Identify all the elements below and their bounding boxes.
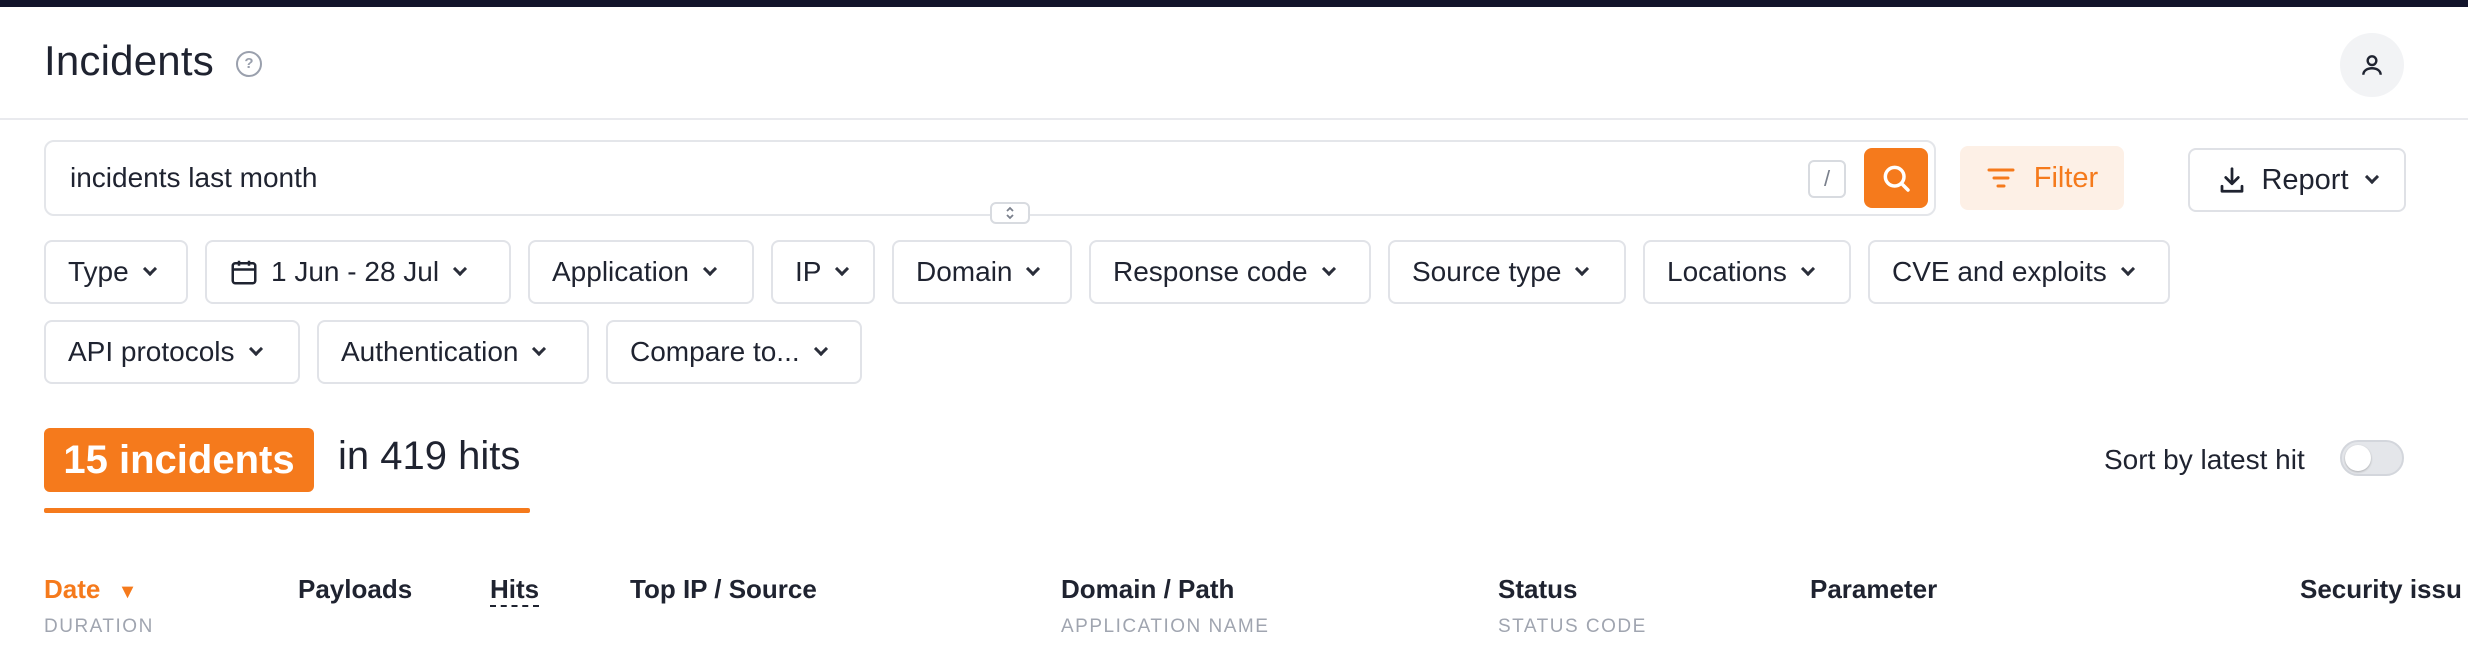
filter-application[interactable]: Application	[528, 240, 754, 304]
filter-button-label: Filter	[2033, 161, 2099, 194]
download-icon	[2221, 167, 2244, 193]
summary-underline	[44, 508, 530, 513]
column-subheader-status-code: STATUS CODE	[1498, 616, 1647, 637]
user-icon	[2362, 55, 2382, 75]
toggle-knob	[2345, 445, 2371, 471]
chevron-down-icon	[835, 261, 850, 277]
chevron-down-icon	[142, 261, 157, 277]
page-header: Incidents ?	[0, 7, 2468, 120]
search-icon	[1883, 165, 1910, 192]
column-header-top-ip-source[interactable]: Top IP / Source	[630, 574, 817, 605]
column-header-date[interactable]: Date ▼	[44, 574, 137, 605]
filter-response-code[interactable]: Response code	[1089, 240, 1371, 304]
filter-api-protocols-label: API protocols	[68, 336, 235, 367]
page-title: Incidents	[44, 37, 214, 84]
filter-locations-label: Locations	[1667, 256, 1787, 287]
filter-cve-exploits[interactable]: CVE and exploits	[1868, 240, 2170, 304]
column-header-date-label: Date	[44, 574, 101, 604]
sort-toggle-label: Sort by latest hit	[2104, 444, 2305, 475]
filter-compare-to-label: Compare to...	[630, 336, 800, 367]
help-icon[interactable]: ?	[236, 51, 262, 77]
column-subheader-duration: DURATION	[44, 616, 154, 637]
chevron-down-icon	[813, 341, 828, 357]
filter-authentication-label: Authentication	[341, 336, 519, 367]
filter-icon	[1987, 168, 2015, 188]
chevron-down-icon	[1321, 261, 1336, 277]
filter-source-type[interactable]: Source type	[1388, 240, 1626, 304]
expand-search-handle[interactable]	[990, 202, 1030, 224]
chevron-down-icon	[248, 341, 263, 357]
chevron-down-icon	[1800, 261, 1815, 277]
column-header-parameter[interactable]: Parameter	[1810, 574, 1937, 605]
column-subheader-application-name: APPLICATION NAME	[1061, 616, 1270, 637]
filter-date-range[interactable]: 1 Jun - 28 Jul	[205, 240, 511, 304]
filter-source-type-label: Source type	[1412, 256, 1562, 287]
filter-compare-to[interactable]: Compare to...	[606, 320, 862, 384]
report-button-label: Report	[2261, 163, 2349, 196]
column-header-hits[interactable]: Hits	[490, 574, 540, 607]
column-header-security-issues[interactable]: Security issu	[2300, 574, 2468, 605]
filter-locations[interactable]: Locations	[1643, 240, 1851, 304]
user-menu-button[interactable]	[2340, 33, 2404, 97]
sort-desc-icon: ▼	[117, 581, 138, 603]
calendar-icon	[231, 260, 257, 285]
search-input[interactable]	[70, 154, 1820, 202]
filter-api-protocols[interactable]: API protocols	[44, 320, 300, 384]
filter-application-label: Application	[552, 256, 689, 287]
filter-domain-label: Domain	[916, 256, 1013, 287]
chevron-down-icon	[2364, 169, 2379, 185]
chevron-down-icon	[532, 341, 547, 357]
report-button[interactable]: Report	[2188, 148, 2406, 212]
incident-count-badge: 15 incidents	[44, 428, 314, 492]
chevron-down-icon	[702, 261, 718, 277]
column-header-payloads[interactable]: Payloads	[298, 574, 412, 605]
hits-count: in 419 hits	[338, 434, 521, 478]
expand-icon	[1006, 206, 1014, 220]
filter-cve-exploits-label: CVE and exploits	[1892, 256, 2107, 287]
filter-button[interactable]: Filter	[1960, 146, 2124, 210]
filter-type[interactable]: Type	[44, 240, 188, 304]
column-header-hits-label: Hits	[490, 574, 540, 607]
filter-type-label: Type	[68, 256, 129, 287]
filter-authentication[interactable]: Authentication	[317, 320, 589, 384]
search-shortcut-hint: /	[1808, 160, 1846, 198]
column-header-domain-path[interactable]: Domain / Path	[1061, 574, 1234, 605]
chevron-down-icon	[1026, 261, 1041, 277]
filter-ip[interactable]: IP	[771, 240, 875, 304]
filter-date-range-label: 1 Jun - 28 Jul	[271, 256, 440, 287]
filter-ip-label: IP	[795, 256, 822, 287]
filter-domain[interactable]: Domain	[892, 240, 1072, 304]
top-bar	[0, 0, 2468, 7]
column-header-status[interactable]: Status	[1498, 574, 1577, 605]
chevron-down-icon	[1575, 261, 1590, 277]
chevron-down-icon	[453, 261, 468, 277]
chevron-down-icon	[2120, 261, 2135, 277]
sort-latest-hit-toggle[interactable]	[2340, 440, 2404, 476]
filter-response-code-label: Response code	[1113, 256, 1308, 287]
search-button[interactable]	[1864, 148, 1928, 208]
